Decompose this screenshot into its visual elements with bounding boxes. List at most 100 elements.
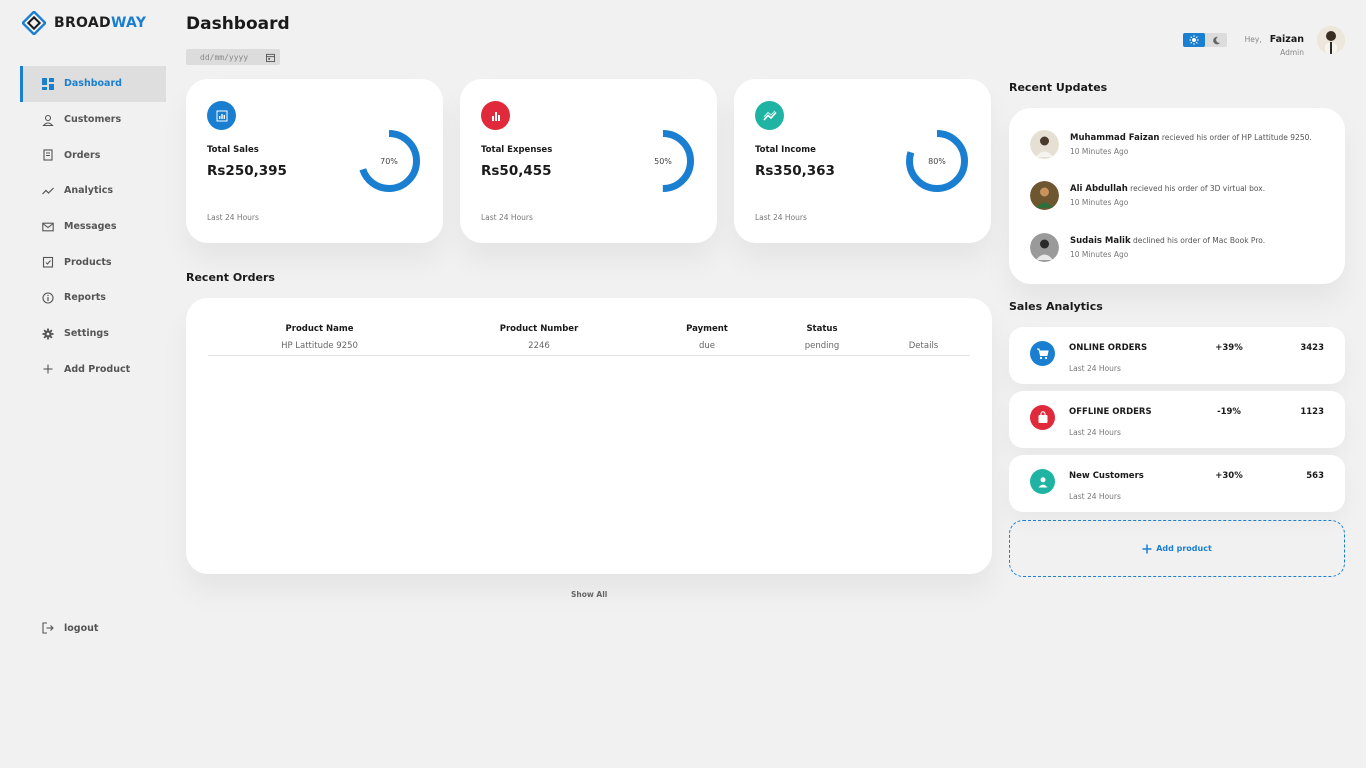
analytics-new-customers[interactable]: New Customers Last 24 Hours +30% 563 xyxy=(1009,455,1345,512)
table-cell: HP Lattitude 9250 xyxy=(208,337,431,356)
plus-icon xyxy=(43,364,53,374)
brand-logo[interactable]: BROADWAY xyxy=(22,11,146,35)
column-header: Product Number xyxy=(499,323,579,334)
stat-label: Total Income xyxy=(755,145,816,155)
table-cell: due xyxy=(647,337,767,356)
column-header xyxy=(877,320,970,337)
update-item[interactable]: Ali Abdullah recieved his order of 3D vi… xyxy=(1030,181,1265,210)
analytics-online-orders[interactable]: ONLINE ORDERS Last 24 Hours +39% 3423 xyxy=(1009,327,1345,384)
moon-icon xyxy=(1212,36,1220,44)
stat-footer: Last 24 Hours xyxy=(755,213,807,222)
stat-card-total-sales[interactable]: Total Sales Rs250,395 70% Last 24 Hours xyxy=(186,79,443,243)
sidebar-item-orders[interactable]: Orders xyxy=(20,137,166,173)
update-message: Ali Abdullah recieved his order of 3D vi… xyxy=(1070,184,1266,194)
analytics-title: OFFLINE ORDERS xyxy=(1069,407,1152,417)
sidebar-item-settings[interactable]: Settings xyxy=(20,316,166,352)
date-input[interactable]: dd/mm/yyyy xyxy=(186,49,280,65)
update-time: 10 Minutes Ago xyxy=(1070,198,1129,207)
mail-icon xyxy=(42,222,54,231)
update-time: 10 Minutes Ago xyxy=(1070,147,1129,156)
stat-label: Total Sales xyxy=(207,145,259,155)
show-all-link[interactable]: Show All xyxy=(571,590,607,599)
add-product-label: Add product xyxy=(1156,544,1212,553)
logo-diamond-icon xyxy=(22,11,46,35)
sidebar-item-add-product[interactable]: Add Product xyxy=(20,352,166,388)
theme-toggle[interactable] xyxy=(1183,33,1227,47)
sidebar-item-messages[interactable]: Messages xyxy=(20,209,166,245)
user-name: Faizan xyxy=(1269,34,1304,45)
stat-value: Rs250,395 xyxy=(207,163,287,179)
sidebar-item-label: Dashboard xyxy=(64,78,122,90)
recent-orders-title: Recent Orders xyxy=(186,271,275,284)
logout-icon xyxy=(42,622,54,634)
sidebar-item-analytics[interactable]: Analytics xyxy=(20,173,166,209)
user-greeting: Hey, Faizan Admin xyxy=(1245,27,1304,57)
recent-updates-title: Recent Updates xyxy=(1009,81,1108,94)
person-icon xyxy=(1030,469,1055,494)
user-role: Admin xyxy=(1280,48,1304,57)
bar-chart-icon xyxy=(481,101,510,130)
progress-percent: 50% xyxy=(654,156,672,166)
update-message: Muhammad Faizan recieved his order of HP… xyxy=(1070,133,1312,143)
calendar-icon[interactable] xyxy=(266,53,275,62)
sidebar-item-label: Settings xyxy=(64,328,109,340)
avatar-icon xyxy=(1317,26,1345,54)
profile-avatar[interactable] xyxy=(1317,26,1345,54)
analytics-offline-orders[interactable]: OFFLINE ORDERS Last 24 Hours -19% 1123 xyxy=(1009,391,1345,448)
analytics-percent: -19% xyxy=(1217,407,1241,417)
brand-name: BROADWAY xyxy=(54,15,147,31)
sales-analytics-title: Sales Analytics xyxy=(1009,300,1103,313)
sidebar-item-label: Orders xyxy=(64,149,101,161)
stat-card-total-expenses[interactable]: Total Expenses Rs50,455 50% Last 24 Hour… xyxy=(460,79,717,243)
update-item[interactable]: Muhammad Faizan recieved his order of HP… xyxy=(1030,130,1312,159)
column-header: Payment xyxy=(686,323,728,334)
orders-table: Product Name Product Number Payment Stat… xyxy=(208,320,970,356)
avatar xyxy=(1030,233,1059,262)
trend-icon xyxy=(42,187,54,195)
table-cell: pending xyxy=(767,337,877,356)
progress-percent: 80% xyxy=(928,156,946,166)
light-mode-button[interactable] xyxy=(1183,33,1205,47)
stat-footer: Last 24 Hours xyxy=(207,213,259,222)
dark-mode-button[interactable] xyxy=(1205,33,1227,47)
table-cell: 2246 xyxy=(431,337,647,356)
column-header: Product Name xyxy=(285,323,354,334)
date-placeholder: dd/mm/yyyy xyxy=(200,52,249,62)
logout-button[interactable]: logout xyxy=(42,622,98,634)
analytics-percent: +30% xyxy=(1215,471,1243,481)
add-product-button[interactable]: Add product xyxy=(1009,520,1345,577)
info-icon xyxy=(42,292,54,304)
analytics-sub: Last 24 Hours xyxy=(1069,492,1121,501)
greeting-text: Hey, xyxy=(1244,35,1262,44)
user-icon xyxy=(42,114,54,126)
column-header: Status xyxy=(806,323,838,334)
page-title: Dashboard xyxy=(186,14,290,34)
stat-value: Rs350,363 xyxy=(755,163,835,179)
sidebar-item-dashboard[interactable]: Dashboard xyxy=(20,66,166,102)
update-author: Muhammad Faizan xyxy=(1070,133,1160,143)
details-link[interactable]: Details xyxy=(877,337,970,356)
update-author: Sudais Malik xyxy=(1070,236,1131,246)
sidebar-item-customers[interactable]: Customers xyxy=(20,102,166,138)
analytics-sub: Last 24 Hours xyxy=(1069,428,1121,437)
sidebar-item-label: Add Product xyxy=(64,363,131,375)
recent-orders-card: Product Name Product Number Payment Stat… xyxy=(186,298,992,574)
sidebar-item-reports[interactable]: Reports xyxy=(20,280,166,316)
box-icon xyxy=(42,257,54,268)
update-item[interactable]: Sudais Malik declined his order of Mac B… xyxy=(1030,233,1265,262)
sidebar-item-label: Analytics xyxy=(64,185,114,197)
avatar xyxy=(1030,130,1059,159)
table-header-row: Product Name Product Number Payment Stat… xyxy=(208,320,970,337)
analytics-percent: +39% xyxy=(1215,343,1243,353)
sidebar-item-label: Customers xyxy=(64,114,122,126)
sun-icon xyxy=(1189,35,1199,45)
trend-up-icon xyxy=(755,101,784,130)
stat-card-total-income[interactable]: Total Income Rs350,363 80% Last 24 Hours xyxy=(734,79,991,243)
sidebar-item-products[interactable]: Products xyxy=(20,244,166,280)
dashboard-grid-icon xyxy=(42,77,54,90)
table-row[interactable]: HP Lattitude 9250 2246 due pending Detai… xyxy=(208,337,970,356)
stat-footer: Last 24 Hours xyxy=(481,213,533,222)
analytics-count: 3423 xyxy=(1300,343,1324,353)
receipt-icon xyxy=(43,149,53,161)
gear-icon xyxy=(42,328,54,340)
